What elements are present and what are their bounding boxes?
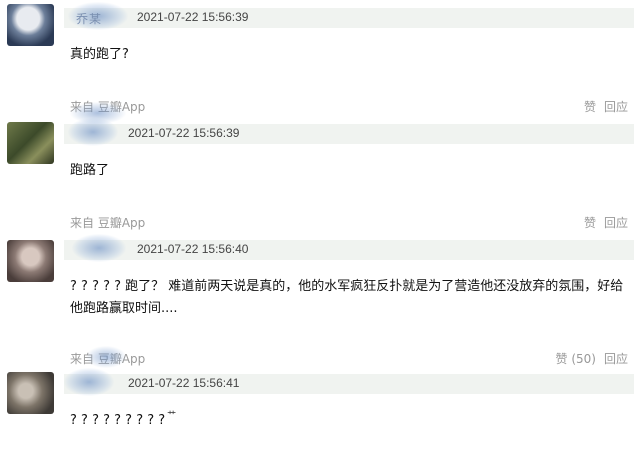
comment-time: 2021-07-22 15:56:41 [128,376,240,390]
reply-button[interactable]: 回应 [604,352,628,366]
source-blurred [86,346,126,368]
username[interactable]: 乔某 [76,10,102,27]
like-button[interactable]: 赞 [584,216,596,230]
comment-time: 2021-07-22 15:56:39 [128,126,240,140]
username-blurred[interactable] [64,368,114,396]
comment-text-body: ? ? ? ? ? ? ? ? ? [70,413,166,428]
avatar[interactable] [7,122,54,164]
comment-actions: 赞回应 [576,214,628,231]
comment-text: ? ? ? ? ? ? ? ? ? 艹 [70,410,630,433]
comment-text: 真的跑了? [70,47,129,62]
avatar[interactable] [7,240,54,282]
avatar[interactable] [7,4,54,46]
comment-meta-bar: 乔某 2021-07-22 15:56:39 [64,2,634,30]
username-blurred[interactable] [72,234,126,262]
username-blurred[interactable] [68,118,118,146]
like-button[interactable]: 赞 [584,100,596,114]
like-button[interactable]: 赞 (50) [556,352,596,366]
comment-text: 跑路了 [70,163,110,178]
comment-meta-bar: 2021-07-22 15:56:39 [64,118,634,146]
comment-actions: 赞回应 [576,98,628,115]
reply-button[interactable]: 回应 [604,216,628,230]
comment-text: ? ? ? ? ? 跑了？ 难道前两天说是真的，他的水军疯狂反扑就是为了营造他还… [70,279,624,316]
avatar[interactable] [7,372,54,414]
comment-text-suffix: 艹 [167,411,177,421]
comment-time: 2021-07-22 15:56:40 [137,242,249,256]
comment-meta-bar: 2021-07-22 15:56:40 [64,234,634,262]
comment-meta-bar: 2021-07-22 15:56:41 [64,368,634,396]
comment-time: 2021-07-22 15:56:39 [137,10,249,24]
comment-actions: 赞 (50) 回应 [548,350,628,367]
source-label: 来自 豆瓣App [70,216,146,230]
reply-button[interactable]: 回应 [604,100,628,114]
